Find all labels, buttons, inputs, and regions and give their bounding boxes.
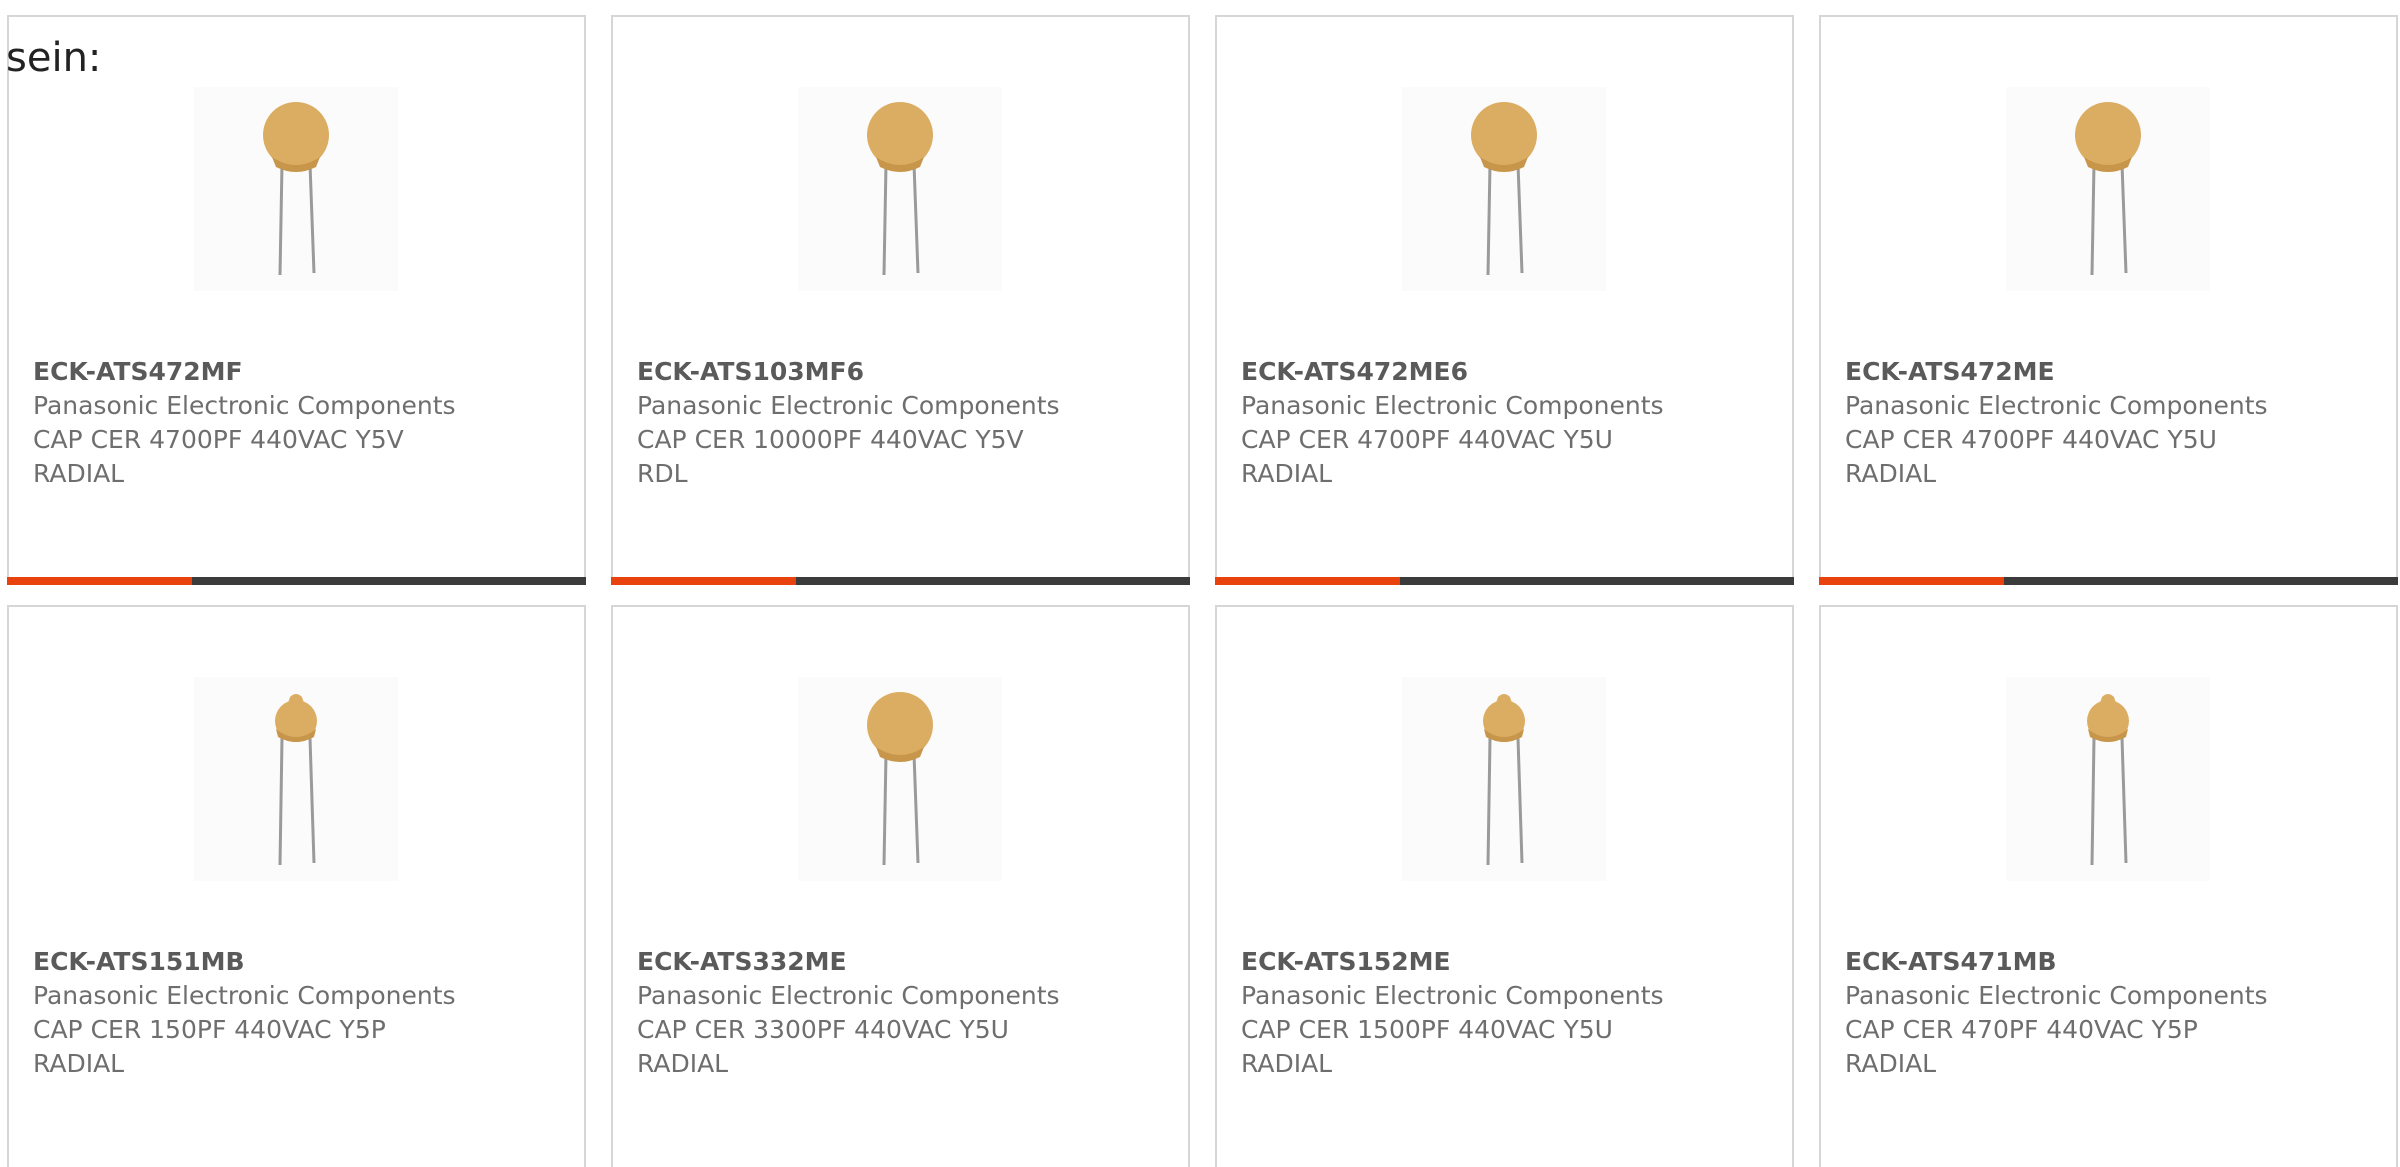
manufacturer-name: Panasonic Electronic Components xyxy=(33,391,456,420)
progress-bar-fill xyxy=(611,577,797,585)
manufacturer-name: Panasonic Electronic Components xyxy=(637,391,1060,420)
ceramic-disc-capacitor-icon xyxy=(798,87,1002,291)
manufacturer-name: Panasonic Electronic Components xyxy=(1241,391,1664,420)
product-image[interactable] xyxy=(798,677,1002,881)
product-description: CAP CER 3300PF 440VAC Y5U xyxy=(637,1015,1009,1044)
progress-bar xyxy=(7,577,586,585)
product-card[interactable]: ECK-ATS471MB Panasonic Electronic Compon… xyxy=(1819,605,2398,1167)
product-description: RADIAL xyxy=(1845,459,1937,488)
progress-bar xyxy=(611,577,1190,585)
product-card[interactable]: ECK-ATS472MF Panasonic Electronic Compon… xyxy=(7,15,586,585)
product-card[interactable]: ECK-ATS152ME Panasonic Electronic Compon… xyxy=(1215,605,1794,1167)
product-card[interactable]: ECK-ATS151MB Panasonic Electronic Compon… xyxy=(7,605,586,1167)
product-description: RADIAL xyxy=(33,1049,125,1078)
product-card[interactable]: ECK-ATS472ME Panasonic Electronic Compon… xyxy=(1819,15,2398,585)
product-image[interactable] xyxy=(194,677,398,881)
ceramic-disc-capacitor-icon xyxy=(194,677,398,881)
part-number-link[interactable]: ECK-ATS472MF xyxy=(33,357,243,386)
ceramic-disc-capacitor-icon xyxy=(194,87,398,291)
intro-text: sein: xyxy=(6,35,102,81)
part-number-link[interactable]: ECK-ATS472ME xyxy=(1845,357,2055,386)
manufacturer-name: Panasonic Electronic Components xyxy=(1241,981,1664,1010)
progress-bar-fill xyxy=(1215,577,1401,585)
progress-bar-fill xyxy=(7,577,193,585)
product-card[interactable]: ECK-ATS103MF6 Panasonic Electronic Compo… xyxy=(611,15,1190,585)
manufacturer-name: Panasonic Electronic Components xyxy=(33,981,456,1010)
progress-bar xyxy=(1215,577,1794,585)
manufacturer-name: Panasonic Electronic Components xyxy=(637,981,1060,1010)
product-image[interactable] xyxy=(194,87,398,291)
part-number-link[interactable]: ECK-ATS472ME6 xyxy=(1241,357,1468,386)
progress-bar xyxy=(1819,577,2398,585)
part-number-link[interactable]: ECK-ATS103MF6 xyxy=(637,357,864,386)
product-description: CAP CER 470PF 440VAC Y5P xyxy=(1845,1015,2198,1044)
product-description: CAP CER 4700PF 440VAC Y5U xyxy=(1845,425,2217,454)
product-card[interactable]: ECK-ATS472ME6 Panasonic Electronic Compo… xyxy=(1215,15,1794,585)
product-description: CAP CER 10000PF 440VAC Y5V xyxy=(637,425,1024,454)
product-description: CAP CER 4700PF 440VAC Y5V xyxy=(33,425,404,454)
product-description: RADIAL xyxy=(1845,1049,1937,1078)
manufacturer-name: Panasonic Electronic Components xyxy=(1845,981,2268,1010)
product-description: RADIAL xyxy=(637,1049,729,1078)
product-grid-page: sein: ECK-ATS472MF Panasonic Electronic … xyxy=(0,0,2400,1167)
product-image[interactable] xyxy=(1402,87,1606,291)
manufacturer-name: Panasonic Electronic Components xyxy=(1845,391,2268,420)
ceramic-disc-capacitor-icon xyxy=(1402,87,1606,291)
part-number-link[interactable]: ECK-ATS471MB xyxy=(1845,947,2057,976)
product-image[interactable] xyxy=(1402,677,1606,881)
product-description: RADIAL xyxy=(33,459,125,488)
product-description: RADIAL xyxy=(1241,1049,1333,1078)
product-description: RDL xyxy=(637,459,688,488)
product-description: CAP CER 4700PF 440VAC Y5U xyxy=(1241,425,1613,454)
product-card[interactable]: ECK-ATS332ME Panasonic Electronic Compon… xyxy=(611,605,1190,1167)
product-description: CAP CER 1500PF 440VAC Y5U xyxy=(1241,1015,1613,1044)
ceramic-disc-capacitor-icon xyxy=(2006,677,2210,881)
product-description: CAP CER 150PF 440VAC Y5P xyxy=(33,1015,386,1044)
product-description: RADIAL xyxy=(1241,459,1333,488)
part-number-link[interactable]: ECK-ATS152ME xyxy=(1241,947,1451,976)
ceramic-disc-capacitor-icon xyxy=(798,677,1002,881)
product-image[interactable] xyxy=(2006,87,2210,291)
part-number-link[interactable]: ECK-ATS332ME xyxy=(637,947,847,976)
product-image[interactable] xyxy=(798,87,1002,291)
part-number-link[interactable]: ECK-ATS151MB xyxy=(33,947,245,976)
progress-bar-fill xyxy=(1819,577,2005,585)
product-image[interactable] xyxy=(2006,677,2210,881)
ceramic-disc-capacitor-icon xyxy=(2006,87,2210,291)
ceramic-disc-capacitor-icon xyxy=(1402,677,1606,881)
